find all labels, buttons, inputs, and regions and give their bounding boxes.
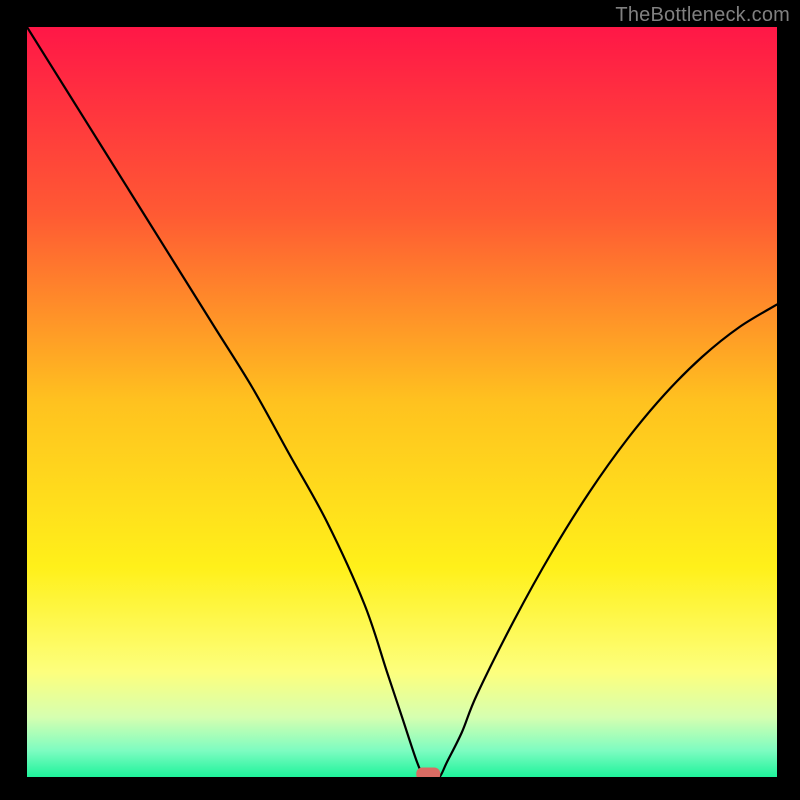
optimal-marker xyxy=(416,768,440,778)
gradient-background xyxy=(27,27,777,777)
watermark-text: TheBottleneck.com xyxy=(615,4,790,27)
plot-area xyxy=(27,27,777,777)
bottleneck-chart xyxy=(27,27,777,777)
chart-frame: TheBottleneck.com xyxy=(0,0,800,800)
